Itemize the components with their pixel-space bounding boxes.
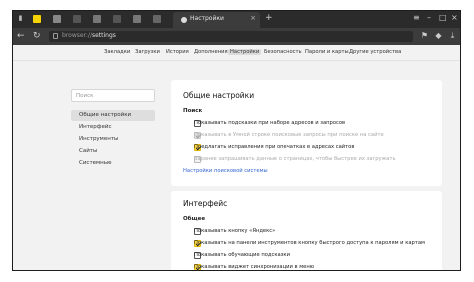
option-label: Показывать кнопку «Яндекс»: [194, 227, 276, 234]
option-label: Показывать на панели инструментов кнопку…: [194, 239, 425, 246]
nav-security[interactable]: Безопасность: [264, 49, 302, 55]
nav-devices[interactable]: Другие устройства: [349, 49, 401, 55]
section-title: Интерфейс: [183, 199, 228, 208]
protect-icon[interactable]: ◆: [434, 31, 443, 40]
sidebar-item-interface[interactable]: Интерфейс: [71, 122, 155, 133]
back-icon[interactable]: ←: [17, 31, 25, 41]
browser-menu-icon[interactable]: ▮: [16, 14, 25, 23]
settings-top-nav: Закладки Загрузки История Дополнения Нас…: [13, 45, 460, 61]
browser-window: ▮ Настройки × + ≡ – □ × ← ↻ browser://se…: [12, 10, 461, 271]
sidebar-item-general[interactable]: Общие настройки: [71, 110, 155, 121]
option-passwords-button[interactable]: Показывать на панели инструментов кнопку…: [183, 239, 433, 247]
close-window-icon[interactable]: ×: [451, 13, 458, 22]
lock-icon: [53, 33, 58, 39]
nav-bookmarks[interactable]: Закладки: [104, 49, 130, 55]
settings-search-input[interactable]: Поиск: [71, 89, 155, 102]
nav-history[interactable]: История: [166, 49, 189, 55]
option-label: Показывать подсказки при наборе адресов …: [194, 119, 346, 126]
option-suggestions[interactable]: Показывать подсказки при наборе адресов …: [183, 119, 433, 127]
pinned-tab-icon[interactable]: [33, 15, 41, 23]
option-tips[interactable]: Показывать обучающие подсказки: [183, 251, 433, 259]
pinned-tab-icon[interactable]: [153, 15, 161, 23]
sidebar-item-system[interactable]: Системные: [71, 158, 155, 169]
settings-favicon-icon: [181, 17, 187, 23]
extension-icon[interactable]: ⚑: [420, 31, 429, 40]
option-label: Заранее запрашивать данные о страницах, …: [194, 155, 396, 162]
minimize-icon[interactable]: –: [427, 13, 431, 22]
pinned-tab-icon[interactable]: [53, 15, 61, 23]
sidebar-item-sites[interactable]: Сайты: [71, 146, 155, 157]
option-prefetch: Заранее запрашивать данные о страницах, …: [183, 155, 433, 163]
sidebar-item-tools[interactable]: Инструменты: [71, 134, 155, 145]
pinned-tab-icon[interactable]: [113, 15, 121, 23]
reload-icon[interactable]: ↻: [33, 31, 41, 41]
interface-settings-card: Интерфейс Общее Показывать кнопку «Яндек…: [171, 191, 442, 270]
nav-extensions[interactable]: Дополнения: [194, 49, 228, 55]
close-icon[interactable]: ×: [250, 14, 256, 22]
general-settings-card: Общие настройки Поиск Показывать подсказ…: [171, 80, 442, 186]
nav-passwords[interactable]: Пароли и карты: [305, 49, 349, 55]
address-bar[interactable]: browser://settings: [49, 31, 413, 42]
section-title: Общие настройки: [183, 91, 255, 100]
option-label: Показывать обучающие подсказки: [194, 251, 290, 258]
nav-settings[interactable]: Настройки: [228, 49, 262, 55]
tab-bar: ▮ Настройки × + ≡ – □ ×: [13, 11, 460, 28]
option-smartline-queries: Показывать в Умной строке поисковые запр…: [183, 131, 433, 139]
search-engine-settings-link[interactable]: Настройки поисковой системы: [183, 168, 268, 174]
pinned-tab-icon[interactable]: [73, 15, 81, 23]
nav-downloads[interactable]: Загрузки: [135, 49, 160, 55]
option-label: Предлагать исправления при опечатках в а…: [194, 143, 355, 150]
url-host: browser://: [62, 32, 92, 39]
tabs-menu-icon[interactable]: ≡: [413, 13, 420, 22]
option-label: Показывать виджет синхронизации в меню: [194, 263, 315, 270]
search-heading: Поиск: [183, 108, 203, 114]
url-path: settings: [91, 32, 116, 39]
search-placeholder: Поиск: [76, 92, 94, 99]
pinned-tab-icon[interactable]: [93, 15, 101, 23]
general-heading: Общее: [183, 216, 206, 222]
option-label: Показывать в Умной строке поисковые запр…: [194, 131, 384, 138]
url-text: browser://settings: [62, 32, 116, 39]
option-typo-fix[interactable]: Предлагать исправления при опечатках в а…: [183, 143, 433, 151]
address-bar-row: ← ↻ browser://settings ⚑ ◆ ⤓: [13, 28, 460, 45]
new-tab-icon[interactable]: +: [265, 13, 273, 23]
tab-title: Настройки: [190, 15, 224, 22]
settings-page: Закладки Загрузки История Дополнения Нас…: [13, 45, 460, 270]
tab-settings[interactable]: Настройки ×: [173, 12, 260, 28]
pinned-tab-icon[interactable]: [133, 15, 141, 23]
option-yandex-button[interactable]: Показывать кнопку «Яндекс»: [183, 227, 433, 235]
maximize-icon[interactable]: □: [439, 13, 447, 22]
download-icon[interactable]: ⤓: [448, 31, 457, 40]
option-sync-widget[interactable]: Показывать виджет синхронизации в меню: [183, 263, 433, 270]
